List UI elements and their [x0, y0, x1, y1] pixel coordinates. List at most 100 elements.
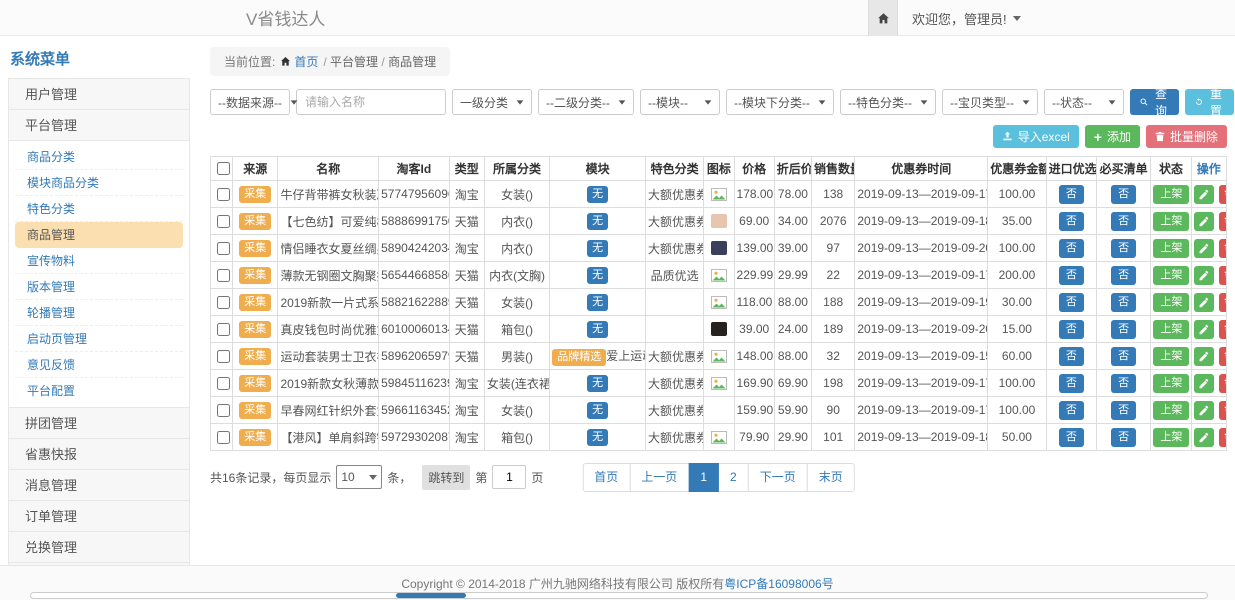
row-delete-button[interactable] — [1219, 212, 1227, 231]
sidebar-submenu-item[interactable]: 轮播管理 — [15, 300, 183, 326]
row-checkbox[interactable] — [217, 215, 230, 228]
must-buy-toggle[interactable]: 否 — [1111, 239, 1136, 258]
row-checkbox[interactable] — [217, 269, 230, 282]
row-checkbox[interactable] — [217, 296, 230, 309]
navbar-home-button[interactable] — [868, 0, 898, 36]
filter-select[interactable]: --二级分类-- — [538, 89, 634, 115]
filter-select[interactable]: --特色分类-- — [840, 89, 936, 115]
row-checkbox[interactable] — [217, 323, 230, 336]
row-checkbox[interactable] — [217, 242, 230, 255]
pager-button[interactable]: 上一页 — [629, 463, 689, 492]
row-edit-button[interactable] — [1194, 293, 1214, 312]
search-button[interactable]: 查询 — [1130, 89, 1179, 115]
import-select-toggle[interactable]: 否 — [1059, 266, 1084, 285]
sidebar-menu-item[interactable]: 订单管理 — [8, 500, 190, 532]
must-buy-toggle[interactable]: 否 — [1111, 428, 1136, 447]
must-buy-toggle[interactable]: 否 — [1111, 293, 1136, 312]
must-buy-toggle[interactable]: 否 — [1111, 374, 1136, 393]
add-button[interactable]: + 添加 — [1085, 125, 1140, 148]
status-toggle[interactable]: 上架 — [1153, 401, 1189, 420]
row-delete-button[interactable] — [1219, 374, 1227, 393]
filter-select[interactable]: --模块-- — [640, 89, 720, 115]
pager-button[interactable]: 1 — [688, 463, 719, 492]
import-select-toggle[interactable]: 否 — [1059, 239, 1084, 258]
import-select-toggle[interactable]: 否 — [1059, 212, 1084, 231]
sidebar-submenu-item[interactable]: 启动页管理 — [15, 326, 183, 352]
must-buy-toggle[interactable]: 否 — [1111, 266, 1136, 285]
must-buy-toggle[interactable]: 否 — [1111, 320, 1136, 339]
import-select-toggle[interactable]: 否 — [1059, 185, 1084, 204]
filter-select[interactable]: --宝贝类型-- — [942, 89, 1038, 115]
row-checkbox[interactable] — [217, 377, 230, 390]
pager-button[interactable]: 下一页 — [748, 463, 808, 492]
jump-button[interactable]: 跳转到 — [422, 465, 470, 490]
page-size-select[interactable]: 10 — [336, 465, 382, 489]
scrollbar-thumb[interactable] — [396, 593, 466, 598]
sidebar-menu-item[interactable]: 拼团管理 — [8, 407, 190, 439]
user-menu[interactable]: 欢迎您，管理员! — [912, 9, 1021, 28]
row-checkbox[interactable] — [217, 431, 230, 444]
pager-button[interactable]: 2 — [718, 463, 749, 492]
row-delete-button[interactable] — [1219, 401, 1227, 420]
must-buy-toggle[interactable]: 否 — [1111, 347, 1136, 366]
row-delete-button[interactable] — [1219, 239, 1227, 258]
row-checkbox[interactable] — [217, 404, 230, 417]
sidebar-menu-item[interactable]: 用户管理 — [8, 78, 190, 110]
import-excel-button[interactable]: 导入excel — [993, 125, 1079, 148]
row-edit-button[interactable] — [1194, 320, 1214, 339]
row-edit-button[interactable] — [1194, 428, 1214, 447]
breadcrumb-home-link[interactable]: 首页 — [280, 53, 318, 70]
filter-select[interactable]: 一级分类 — [452, 89, 532, 115]
sidebar-submenu-item[interactable]: 版本管理 — [15, 274, 183, 300]
must-buy-toggle[interactable]: 否 — [1111, 212, 1136, 231]
row-delete-button[interactable] — [1219, 266, 1227, 285]
row-edit-button[interactable] — [1194, 212, 1214, 231]
must-buy-toggle[interactable]: 否 — [1111, 401, 1136, 420]
pager-button[interactable]: 末页 — [807, 463, 855, 492]
row-delete-button[interactable] — [1219, 347, 1227, 366]
import-select-toggle[interactable]: 否 — [1059, 374, 1084, 393]
status-toggle[interactable]: 上架 — [1153, 428, 1189, 447]
reset-button[interactable]: 重置 — [1185, 89, 1234, 115]
status-toggle[interactable]: 上架 — [1153, 185, 1189, 204]
row-edit-button[interactable] — [1194, 374, 1214, 393]
row-delete-button[interactable] — [1219, 293, 1227, 312]
sidebar-menu-item[interactable]: 平台管理 — [8, 109, 190, 141]
status-toggle[interactable]: 上架 — [1153, 212, 1189, 231]
row-delete-button[interactable] — [1219, 185, 1227, 204]
row-edit-button[interactable] — [1194, 185, 1214, 204]
icp-link[interactable]: 粤ICP备16098006号 — [724, 577, 833, 591]
select-all-checkbox[interactable] — [217, 162, 230, 175]
filter-select-source[interactable]: --数据来源-- — [210, 89, 290, 115]
filter-select[interactable]: --模块下分类-- — [726, 89, 834, 115]
sidebar-menu-item[interactable]: 消息管理 — [8, 469, 190, 501]
sidebar-submenu-item[interactable]: 平台配置 — [15, 378, 183, 404]
jump-page-input[interactable] — [492, 465, 526, 489]
pager-button[interactable]: 首页 — [582, 463, 630, 492]
sidebar-submenu-item[interactable]: 意见反馈 — [15, 352, 183, 378]
row-delete-button[interactable] — [1219, 320, 1227, 339]
import-select-toggle[interactable]: 否 — [1059, 293, 1084, 312]
import-select-toggle[interactable]: 否 — [1059, 320, 1084, 339]
import-select-toggle[interactable]: 否 — [1059, 347, 1084, 366]
row-edit-button[interactable] — [1194, 266, 1214, 285]
filter-select[interactable]: --状态-- — [1044, 89, 1124, 115]
sidebar-submenu-item[interactable]: 特色分类 — [15, 196, 183, 222]
row-checkbox[interactable] — [217, 188, 230, 201]
sidebar-menu-item[interactable]: 兑换管理 — [8, 531, 190, 563]
row-edit-button[interactable] — [1194, 347, 1214, 366]
sidebar-submenu-item[interactable]: 模块商品分类 — [15, 170, 183, 196]
row-delete-button[interactable] — [1219, 428, 1227, 447]
sidebar-submenu-item[interactable]: 宣传物料 — [15, 248, 183, 274]
status-toggle[interactable]: 上架 — [1153, 374, 1189, 393]
row-edit-button[interactable] — [1194, 401, 1214, 420]
name-search-input[interactable] — [296, 89, 446, 115]
batch-delete-button[interactable]: 批量删除 — [1146, 125, 1227, 148]
status-toggle[interactable]: 上架 — [1153, 293, 1189, 312]
sidebar-submenu-item[interactable]: 商品分类 — [15, 144, 183, 170]
row-edit-button[interactable] — [1194, 239, 1214, 258]
import-select-toggle[interactable]: 否 — [1059, 428, 1084, 447]
row-checkbox[interactable] — [217, 350, 230, 363]
import-select-toggle[interactable]: 否 — [1059, 401, 1084, 420]
must-buy-toggle[interactable]: 否 — [1111, 185, 1136, 204]
